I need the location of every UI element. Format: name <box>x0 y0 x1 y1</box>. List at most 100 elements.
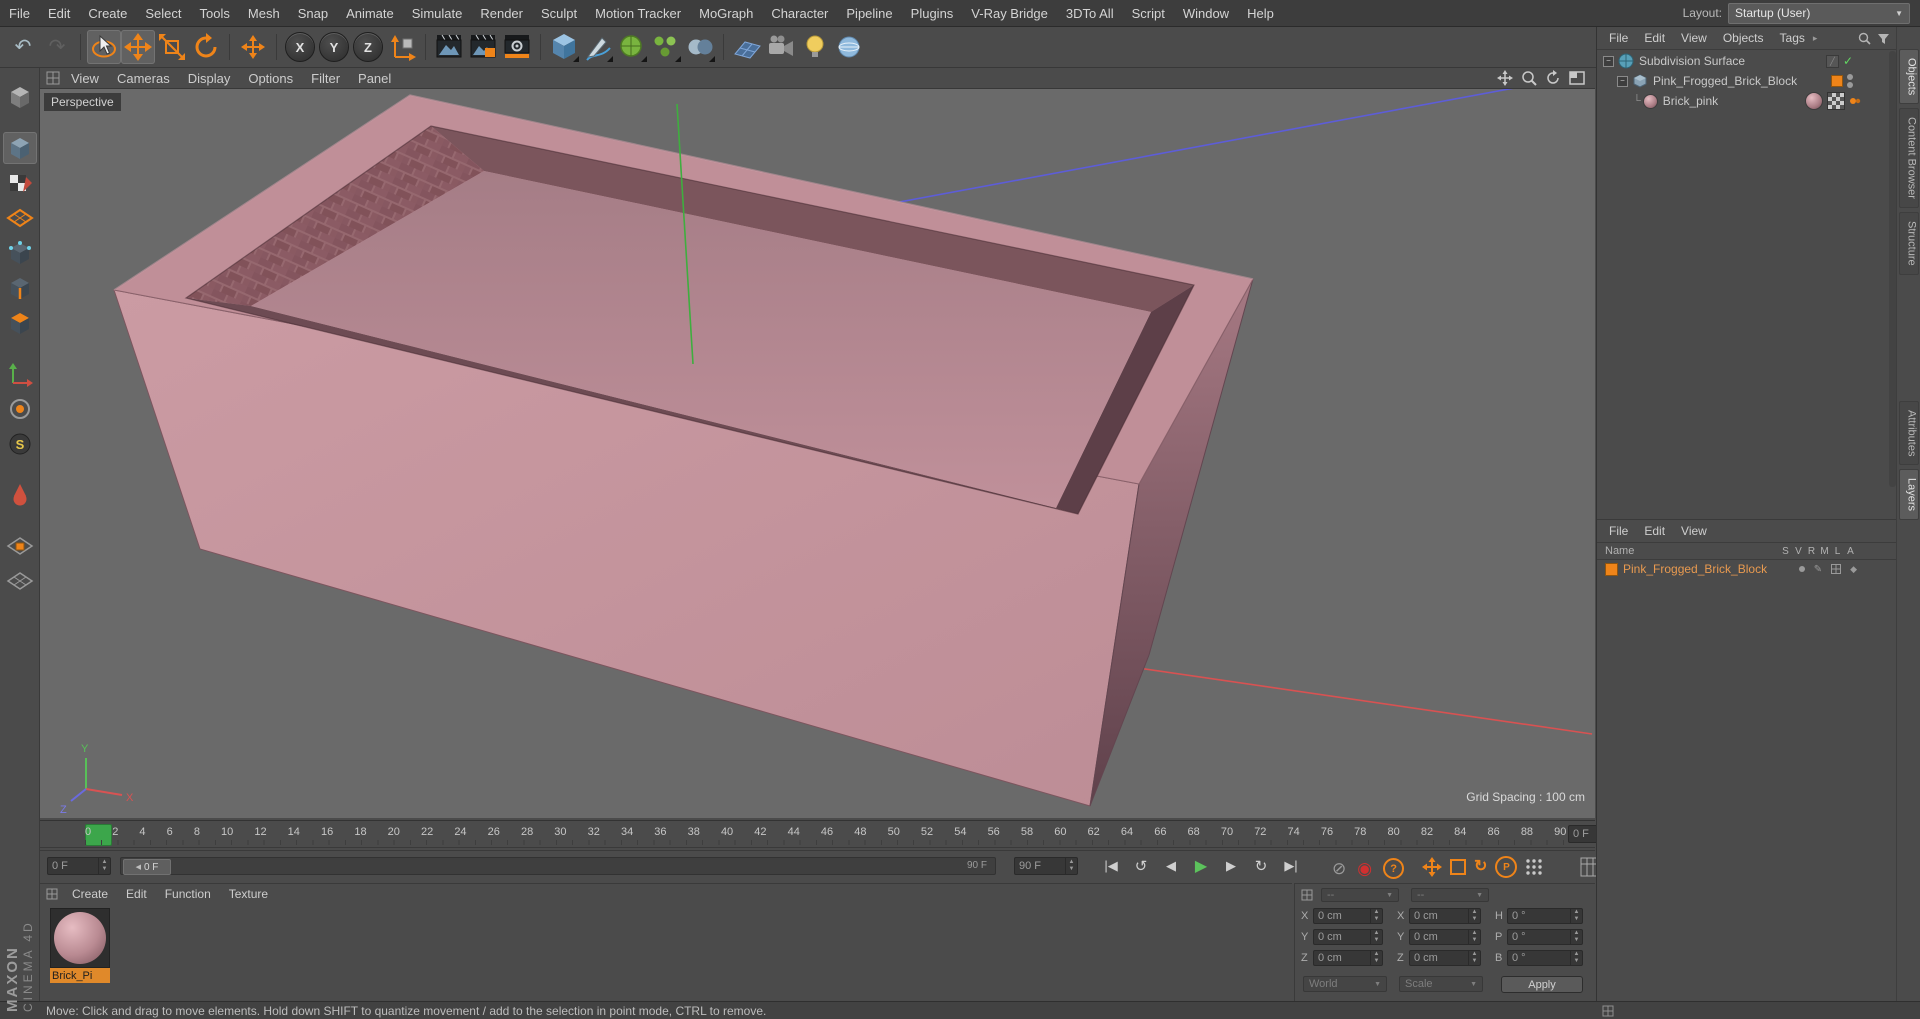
material-thumbnail[interactable] <box>50 908 110 968</box>
layer-row[interactable]: Pink_Frogged_Brick_Block ✎ ◆ <box>1597 560 1897 578</box>
model-mode-icon[interactable] <box>2 132 37 164</box>
viewport-canvas[interactable]: Y X Z Perspective Grid Spacing : 100 cm <box>40 89 1595 818</box>
menubar-item[interactable]: Character <box>762 0 837 26</box>
stepper-icon[interactable]: ▲ ▼ <box>1570 951 1582 965</box>
texture-tag-icon[interactable] <box>1805 92 1823 110</box>
boole-icon[interactable] <box>683 30 717 64</box>
position-z-field[interactable]: 0 cm ▲ ▼ <box>1313 950 1383 966</box>
timeline-slider[interactable]: ◀ 0 F 90 F <box>120 857 996 875</box>
axis-z-button[interactable]: Z <box>353 32 383 62</box>
stepper-icon[interactable]: ▲ ▼ <box>1370 930 1382 944</box>
material-name-label[interactable]: Brick_Pi <box>50 968 110 983</box>
om-menu-item[interactable]: Tags <box>1772 31 1813 45</box>
position-y-field[interactable]: 0 cm ▲ ▼ <box>1313 929 1383 945</box>
stage-camera-icon[interactable] <box>764 30 798 64</box>
rotation-p-field[interactable]: 0 ° ▲ ▼ <box>1507 929 1583 945</box>
menubar-item[interactable]: Window <box>1174 0 1238 26</box>
last-tool-icon[interactable] <box>236 30 270 64</box>
play-reverse-button[interactable]: ↺ <box>1128 856 1154 876</box>
stepper-icon[interactable]: ▲ ▼ <box>1370 951 1382 965</box>
record-keyframe-button[interactable]: ⊘ <box>1332 860 1346 877</box>
record-rotation-icon[interactable]: ↻ <box>1474 859 1487 875</box>
om-menu-item[interactable]: Edit <box>1636 31 1673 45</box>
layer-diamond-icon[interactable]: ◆ <box>1850 564 1857 575</box>
menubar-item[interactable]: Pipeline <box>837 0 901 26</box>
record-scale-icon[interactable] <box>1450 859 1466 875</box>
coordinate-system-icon[interactable] <box>385 30 419 64</box>
record-parameter-icon[interactable]: P <box>1495 856 1518 878</box>
stepper-icon[interactable]: ▲ ▼ <box>1468 930 1480 944</box>
tree-row[interactable]: └ Brick_pink <box>1597 91 1889 111</box>
om-filter-icon[interactable] <box>1877 32 1890 45</box>
paint-icon[interactable] <box>3 479 37 511</box>
coordinates-header-dropdown[interactable]: -- ▼ <box>1411 888 1489 902</box>
layer-pencil-icon[interactable]: ✎ <box>1814 564 1822 575</box>
next-frame-button[interactable]: ▶ <box>1218 856 1244 876</box>
rotate-icon[interactable] <box>189 30 223 64</box>
tab-objects[interactable]: Objects <box>1898 49 1919 105</box>
status-grid-icon[interactable] <box>1602 1005 1614 1017</box>
layer-row-label[interactable]: Pink_Frogged_Brick_Block <box>1623 562 1767 576</box>
scale-icon[interactable] <box>155 30 189 64</box>
viewport-rotate-icon[interactable] <box>1545 70 1561 86</box>
record-position-icon[interactable] <box>1422 857 1442 877</box>
axis-mode-icon[interactable] <box>3 358 37 390</box>
render-view-icon[interactable] <box>432 30 466 64</box>
position-x-field[interactable]: 0 cm ▲ ▼ <box>1313 908 1383 924</box>
play-button[interactable]: ▶ <box>1188 856 1214 876</box>
size-x-field[interactable]: 0 cm ▲ ▼ <box>1409 908 1481 924</box>
end-frame-field[interactable]: 90 F ▲ ▼ <box>1014 857 1078 875</box>
viewport-toggle-icon[interactable] <box>1569 70 1585 86</box>
menubar-item[interactable]: Script <box>1123 0 1174 26</box>
materials-menu-item[interactable]: Create <box>64 887 116 901</box>
stepper-icon[interactable]: ▲ ▼ <box>1570 909 1582 923</box>
menubar-item[interactable]: Create <box>79 0 136 26</box>
viewport-menu-item[interactable]: Cameras <box>108 68 179 88</box>
edges-mode-icon[interactable] <box>3 272 37 304</box>
workplane-grid-icon[interactable] <box>3 565 37 597</box>
stepper-icon[interactable]: ▲ ▼ <box>1570 930 1582 944</box>
coordinates-header-dropdown[interactable]: -- ▼ <box>1321 888 1399 902</box>
menubar-item[interactable]: Plugins <box>902 0 963 26</box>
texture-mode-icon[interactable] <box>3 167 37 199</box>
subdivision-surface-icon[interactable] <box>615 30 649 64</box>
layer-color-chip[interactable] <box>1831 75 1843 87</box>
pen-spline-icon[interactable] <box>581 30 615 64</box>
cloner-icon[interactable] <box>649 30 683 64</box>
lm-menu-item[interactable]: File <box>1601 524 1636 538</box>
points-mode-icon[interactable] <box>3 237 37 269</box>
scrollbar[interactable] <box>1889 51 1896 487</box>
layer-grid-icon[interactable] <box>1831 564 1842 574</box>
menubar-item[interactable]: Select <box>136 0 190 26</box>
record-options-button[interactable]: ? <box>1383 858 1405 879</box>
menubar-item[interactable]: Mesh <box>239 0 289 26</box>
undo-icon[interactable]: ↶ <box>6 30 40 64</box>
tab-layers[interactable]: Layers <box>1898 469 1919 521</box>
menubar-item[interactable]: Sculpt <box>532 0 586 26</box>
menubar-item[interactable]: Animate <box>337 0 403 26</box>
render-settings-icon[interactable] <box>500 30 534 64</box>
play-forward-button[interactable]: ↻ <box>1248 856 1274 876</box>
stepper-icon[interactable]: ▲ ▼ <box>1370 909 1382 923</box>
viewport-menu-item[interactable]: Panel <box>349 68 400 88</box>
apply-button[interactable]: Apply <box>1501 976 1583 993</box>
collapse-icon[interactable]: − <box>1603 55 1614 67</box>
tree-row-label[interactable]: Subdivision Surface <box>1639 54 1745 68</box>
axis-x-button[interactable]: X <box>285 32 315 62</box>
timeline-ruler[interactable]: 0 2 4 6 8 10 12 14 16 18 20 22 24 26 28 30 32 34 36 38 40 42 4… <box>40 820 1634 848</box>
materials-menu-item[interactable]: Function <box>157 887 219 901</box>
axis-y-button[interactable]: Y <box>319 32 349 62</box>
lm-menu-item[interactable]: Edit <box>1636 524 1673 538</box>
state-check-icon[interactable]: ✓ <box>1843 54 1853 68</box>
om-menu-item[interactable]: Objects <box>1715 31 1772 45</box>
move-icon[interactable] <box>121 30 155 64</box>
polygons-mode-icon[interactable] <box>3 307 37 339</box>
om-menu-item[interactable]: View <box>1673 31 1715 45</box>
tab-content-browser[interactable]: Content Browser <box>1898 108 1919 209</box>
viewport-menu-item[interactable]: View <box>62 68 108 88</box>
layout-dropdown[interactable]: Startup (User) ▼ <box>1728 2 1910 24</box>
menubar-item[interactable]: Snap <box>289 0 337 26</box>
tree-row-label[interactable]: Pink_Frogged_Brick_Block <box>1653 74 1797 88</box>
materials-menu-item[interactable]: Texture <box>221 887 276 901</box>
viewport-menu-item[interactable]: Display <box>179 68 240 88</box>
